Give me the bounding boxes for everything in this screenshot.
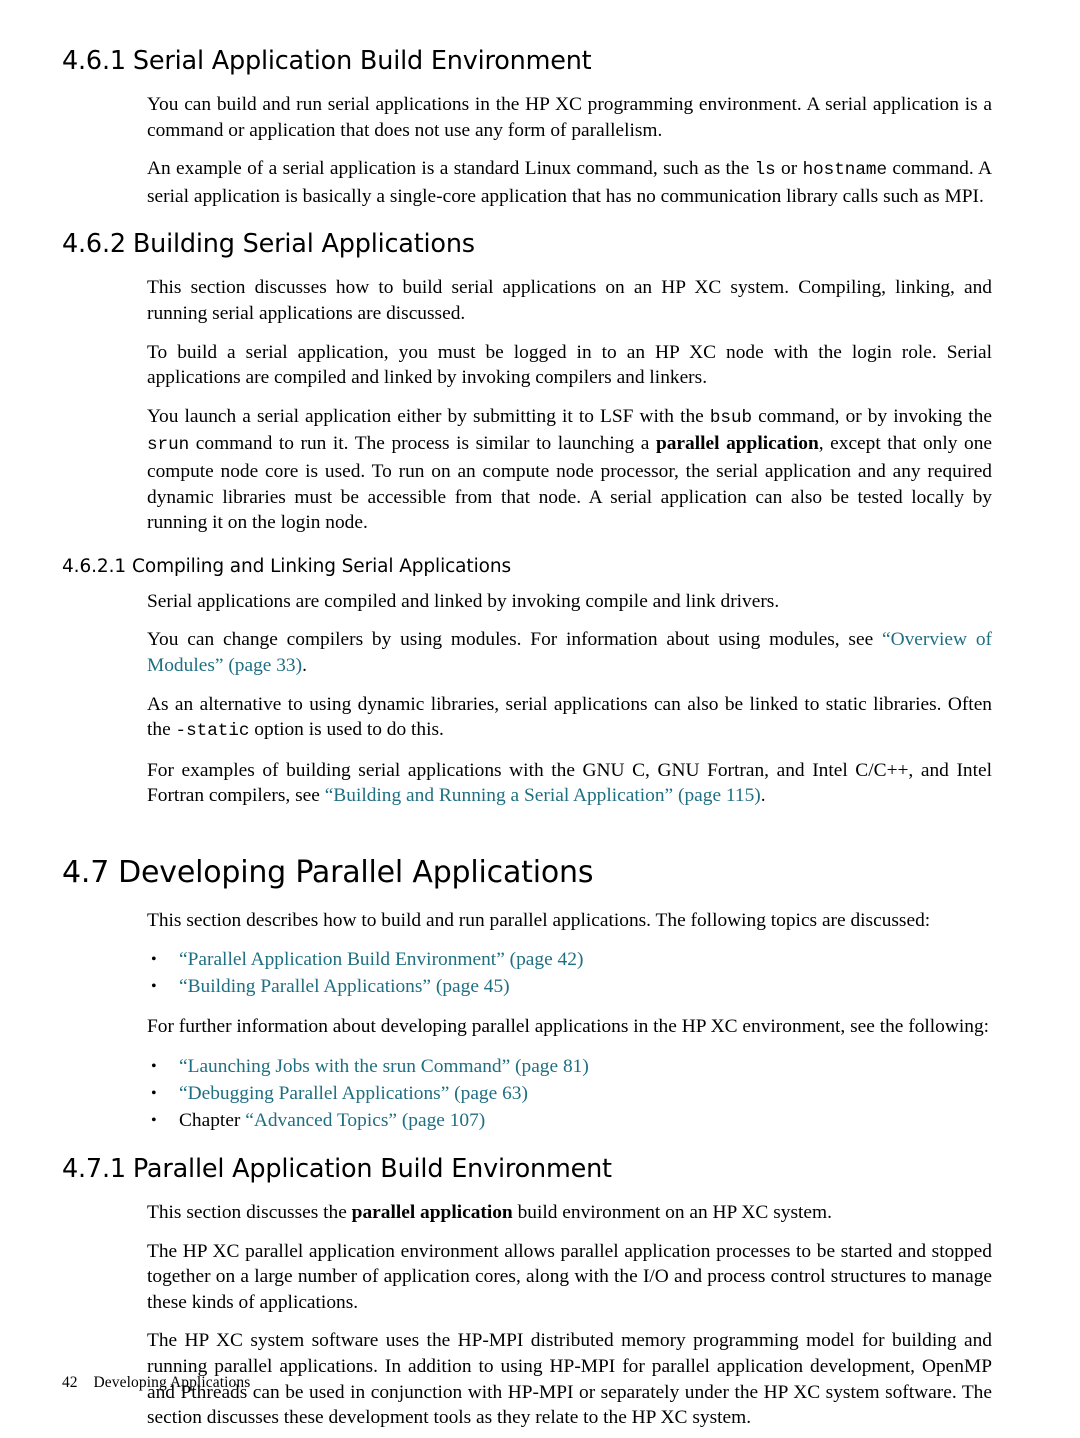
section-heading-4-6-2-1: 4.6.2.1 Compiling and Linking Serial Appl…: [62, 556, 992, 577]
section-heading-4-7: 4.7 Developing Parallel Applications: [62, 855, 992, 890]
cross-reference-debugging-parallel-applications[interactable]: “Debugging Parallel Applications” (page …: [179, 1083, 528, 1104]
paragraph-4-6-2-1: This section discusses how to build seri…: [147, 277, 992, 324]
term-parallel-application: parallel application: [351, 1202, 513, 1224]
inline-code-ls: ls: [754, 160, 776, 181]
paragraph-4-6-2-1-3: As an alternative to using dynamic libra…: [147, 693, 992, 742]
list-item: “Parallel Application Build Environment”…: [147, 946, 992, 973]
paragraph-4-7-2: For further information about developing…: [147, 1016, 990, 1038]
footer-title: Developing Applications: [93, 1374, 251, 1391]
paragraph-4-6-2-3: You launch a serial application either b…: [147, 405, 992, 534]
cross-reference-building-running-serial-application[interactable]: “Building and Running a Serial Applicati…: [325, 785, 761, 806]
section-number: 4.6.2: [62, 229, 126, 260]
footer-page-number: 42: [62, 1374, 78, 1391]
section-heading-4-6-1: 4.6.1 Serial Application Build Environmen…: [62, 46, 992, 76]
list-item: Chapter “Advanced Topics” (page 107): [147, 1107, 992, 1134]
term-parallel-application: parallel application: [655, 433, 819, 455]
inline-code-static-option: -static: [175, 721, 250, 742]
section-title: Parallel Application Build Environment: [132, 1154, 612, 1185]
section-number: 4.6.2.1: [62, 555, 127, 577]
section-heading-4-6-2: 4.6.2 Building Serial Applications: [62, 229, 992, 259]
list-item: “Building Parallel Applications” (page 4…: [147, 973, 992, 1000]
cross-reference-overview-of-modules[interactable]: “Overview of Modules” (page 33): [147, 629, 992, 676]
cross-reference-launching-jobs-srun[interactable]: “Launching Jobs with the srun Command” (…: [179, 1056, 589, 1077]
section-title: Serial Application Build Environment: [132, 46, 592, 76]
paragraph-4-6-2-1-4: For examples of building serial applicat…: [147, 759, 992, 807]
section-number: 4.7.1: [62, 1154, 126, 1185]
section-title: Developing Parallel Applications: [118, 854, 594, 890]
cross-reference-parallel-app-build-env[interactable]: “Parallel Application Build Environment”…: [179, 949, 583, 970]
paragraph-4-7-1: This section describes how to build and …: [147, 909, 931, 931]
paragraph-4-6-1-2: An example of a serial application is a …: [147, 158, 992, 207]
inline-code-srun: srun: [147, 435, 190, 456]
paragraph-4-6-1-1: You can build and run serial application…: [147, 94, 992, 141]
paragraph-4-6-2-2: To build a serial application, you must …: [147, 341, 992, 389]
inline-code-bsub: bsub: [709, 407, 753, 428]
topic-list-2: “Launching Jobs with the srun Command” (…: [62, 1053, 992, 1134]
list-item: “Debugging Parallel Applications” (page …: [147, 1080, 992, 1107]
cross-reference-advanced-topics[interactable]: “Advanced Topics” (page 107): [245, 1110, 485, 1131]
section-heading-4-7-1: 4.7.1 Parallel Application Build Environm…: [62, 1154, 992, 1184]
list-item: “Launching Jobs with the srun Command” (…: [147, 1053, 992, 1080]
section-title: Compiling and Linking Serial Application…: [132, 555, 511, 577]
section-number: 4.6.1: [62, 46, 126, 76]
inline-code-hostname: hostname: [802, 160, 888, 181]
paragraph-4-6-2-1-2: You can change compilers by using module…: [147, 629, 992, 676]
paragraph-4-7-1-1: This section discusses the parallel appl…: [147, 1202, 832, 1224]
section-title: Building Serial Applications: [132, 229, 475, 260]
page-footer: 42 Developing Applications: [62, 1374, 250, 1392]
paragraph-4-6-2-1-1: Serial applications are compiled and lin…: [147, 590, 780, 612]
section-number: 4.7: [62, 854, 110, 890]
document-page: 4.6.1 Serial Application Build Environmen…: [0, 0, 1080, 1438]
cross-reference-building-parallel-applications[interactable]: “Building Parallel Applications” (page 4…: [179, 976, 510, 997]
topic-list-1: “Parallel Application Build Environment”…: [62, 946, 992, 1000]
paragraph-4-7-1-2: The HP XC parallel application environme…: [147, 1240, 992, 1313]
